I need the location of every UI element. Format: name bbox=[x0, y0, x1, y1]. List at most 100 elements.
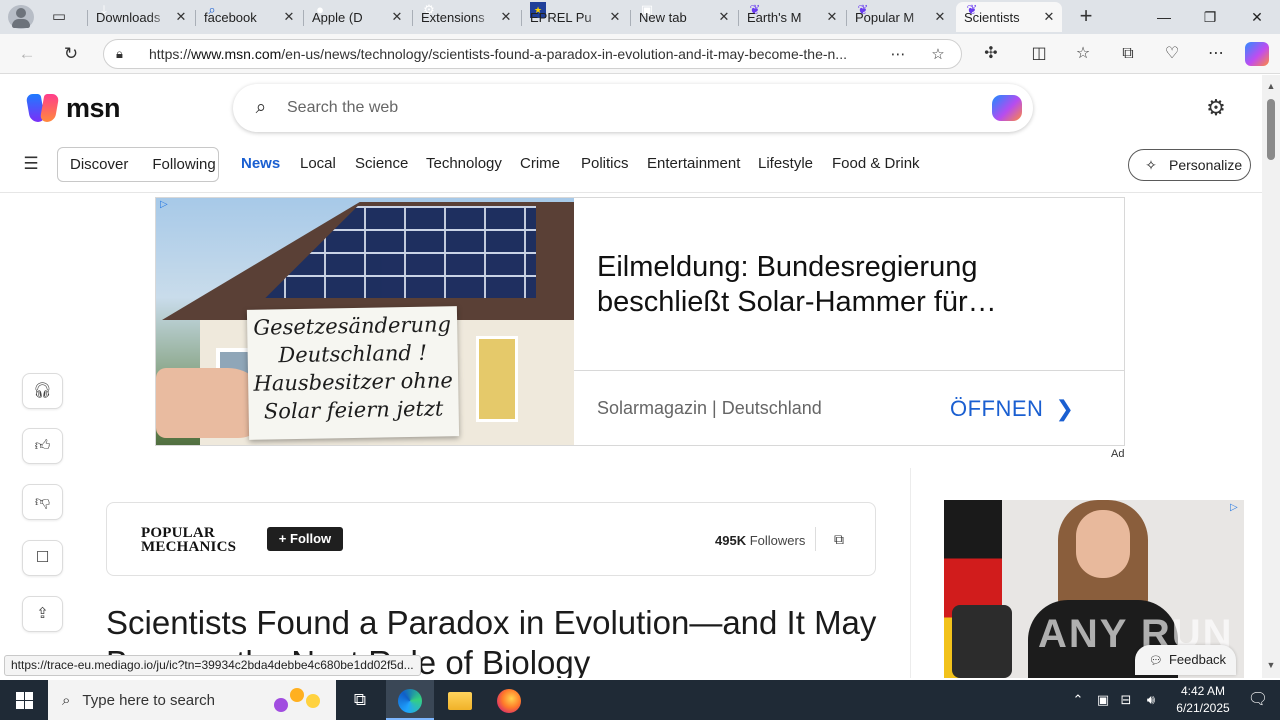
nav-local[interactable]: Local bbox=[300, 155, 336, 172]
nav-technology[interactable]: Technology bbox=[426, 155, 502, 172]
close-tab-icon[interactable]: ✕ bbox=[172, 9, 190, 25]
nav-news[interactable]: News bbox=[241, 155, 280, 172]
system-clock[interactable]: 4:42 AM 6/21/2025 bbox=[1168, 683, 1238, 717]
tab-extensions[interactable]: ⚙ Extensions ✕ bbox=[412, 2, 519, 32]
nav-lifestyle[interactable]: Lifestyle bbox=[758, 155, 813, 172]
ad-open-button[interactable]: ÖFFNEN ❯ bbox=[950, 396, 1074, 422]
minimize-button[interactable]: — bbox=[1141, 0, 1187, 34]
copilot-icon[interactable] bbox=[992, 95, 1022, 121]
thumbs-up-icon[interactable]: 👍︎ bbox=[22, 428, 63, 464]
web-search-box[interactable]: ⌕ bbox=[233, 84, 1033, 132]
ad-cta-label: ÖFFNEN bbox=[950, 396, 1044, 421]
url-text[interactable]: https://www.msn.com/en-us/news/technolog… bbox=[149, 46, 871, 62]
tab-actions-icon[interactable]: ▭ bbox=[48, 8, 70, 26]
tab-label: Scientists bbox=[964, 9, 1020, 25]
ad-divider bbox=[574, 370, 1124, 371]
personalize-button[interactable]: ✧ Personalize bbox=[1128, 149, 1251, 181]
discover-tab[interactable]: Discover bbox=[58, 156, 140, 173]
close-tab-icon[interactable]: ✕ bbox=[280, 9, 298, 25]
profile-avatar-icon[interactable] bbox=[8, 5, 34, 29]
tab-scientists-active[interactable]: ❦ Scientists ✕ bbox=[956, 2, 1062, 32]
back-arrow-icon[interactable]: ← bbox=[14, 42, 40, 66]
close-tab-icon[interactable]: ✕ bbox=[497, 9, 515, 25]
tab-apple[interactable]: ● Apple (D ✕ bbox=[303, 2, 410, 32]
external-link-icon[interactable]: ⧉ bbox=[829, 528, 849, 550]
adchoices-icon[interactable]: ▷ bbox=[160, 199, 174, 211]
file-explorer-icon[interactable] bbox=[436, 680, 484, 720]
following-tab[interactable]: Following bbox=[140, 156, 227, 173]
ad-source: Solarmagazin | Deutschland bbox=[597, 398, 822, 418]
copilot-toolbar-icon[interactable] bbox=[1245, 42, 1269, 66]
tab-popular[interactable]: ❦ Popular M ✕ bbox=[846, 2, 953, 32]
tab-new-tab[interactable]: ▣ New tab ✕ bbox=[630, 2, 737, 32]
lock-icon[interactable]: 🔒︎ bbox=[116, 46, 132, 62]
hamburger-menu-icon[interactable]: ☰ bbox=[20, 153, 42, 175]
nav-food-drink[interactable]: Food & Drink bbox=[832, 155, 920, 172]
close-tab-icon[interactable]: ✕ bbox=[715, 9, 733, 25]
extensions-puzzle-icon[interactable]: ✣ bbox=[978, 42, 1004, 66]
follow-label: Follow bbox=[290, 531, 332, 546]
meet-now-icon[interactable]: ▣ bbox=[1093, 680, 1113, 720]
scroll-down-arrow-icon[interactable]: ▼ bbox=[1266, 660, 1276, 670]
browser-essentials-icon[interactable]: ♡ bbox=[1159, 42, 1185, 66]
adchoices-icon[interactable]: ▷ bbox=[1230, 502, 1238, 513]
restore-button[interactable]: ❐ bbox=[1187, 0, 1233, 34]
clock-time: 4:42 AM bbox=[1180, 684, 1226, 698]
nav-politics[interactable]: Politics bbox=[581, 155, 629, 172]
msn-logo[interactable]: msn bbox=[25, 91, 121, 125]
settings-gear-icon[interactable]: ⚙ bbox=[1203, 95, 1229, 121]
nav-entertainment[interactable]: Entertainment bbox=[647, 155, 740, 172]
favorite-star-icon[interactable]: ☆ bbox=[927, 44, 949, 66]
network-icon[interactable]: ⊟ bbox=[1116, 680, 1136, 720]
logo-line: POPULAR bbox=[141, 525, 215, 541]
follow-button[interactable]: + Follow bbox=[267, 527, 343, 551]
listen-headphones-icon[interactable]: 🎧︎ bbox=[22, 373, 63, 409]
feedback-label: Feedback bbox=[1168, 652, 1227, 667]
tab-downloads[interactable]: ⤓ Downloads ✕ bbox=[87, 2, 194, 32]
task-view-icon[interactable]: ⧉ bbox=[336, 680, 384, 720]
divider bbox=[815, 527, 816, 551]
new-tab-button[interactable]: + bbox=[1074, 5, 1098, 29]
feedback-icon: 💬︎ bbox=[1149, 655, 1163, 667]
edge-taskbar-icon[interactable] bbox=[386, 680, 434, 720]
close-tab-icon[interactable]: ✕ bbox=[1040, 9, 1058, 25]
tab-earths[interactable]: ❦ Earth's M ✕ bbox=[738, 2, 845, 32]
search-input[interactable] bbox=[287, 96, 967, 120]
close-tab-icon[interactable]: ✕ bbox=[931, 9, 949, 25]
close-tab-icon[interactable]: ✕ bbox=[606, 9, 624, 25]
scroll-up-arrow-icon[interactable]: ▲ bbox=[1266, 81, 1276, 91]
refresh-icon[interactable]: ↻ bbox=[58, 42, 84, 66]
firefox-icon[interactable] bbox=[485, 680, 533, 720]
notification-center-icon[interactable]: 🗨︎ bbox=[1236, 680, 1280, 720]
popular-mechanics-logo[interactable]: POPULAR MECHANICS bbox=[141, 525, 236, 555]
close-window-button[interactable]: ✕ bbox=[1234, 0, 1280, 34]
close-tab-icon[interactable]: ✕ bbox=[823, 9, 841, 25]
ad-headline[interactable]: Eilmeldung: Bundesregierung beschließt S… bbox=[597, 250, 1037, 320]
tab-eprel[interactable]: ★ EPREL Pu ✕ bbox=[521, 2, 628, 32]
close-tab-icon[interactable]: ✕ bbox=[388, 9, 406, 25]
split-screen-icon[interactable]: ◫ bbox=[1026, 42, 1052, 66]
start-button[interactable] bbox=[0, 680, 48, 720]
scroll-thumb[interactable] bbox=[1267, 99, 1275, 160]
more-menu-icon[interactable]: ⋯ bbox=[1203, 42, 1229, 66]
reader-mode-icon[interactable]: ⋯ bbox=[887, 44, 909, 66]
sign-line: Solar feiern jetzt bbox=[263, 396, 444, 424]
personalize-icon: ✧ bbox=[1145, 156, 1157, 173]
address-bar[interactable]: 🔒︎ https://www.msn.com/en-us/news/techno… bbox=[103, 39, 962, 69]
nav-science[interactable]: Science bbox=[355, 155, 408, 172]
thumbs-down-icon[interactable]: 👎︎ bbox=[22, 484, 63, 520]
volume-icon[interactable]: 🔊︎ bbox=[1140, 680, 1162, 720]
collections-icon[interactable]: ⧉ bbox=[1115, 42, 1141, 66]
favorites-icon[interactable]: ☆ bbox=[1070, 42, 1096, 66]
tab-facebook[interactable]: ⌕ facebook ✕ bbox=[195, 2, 302, 32]
tab-label: Popular M bbox=[855, 9, 915, 25]
ad-banner[interactable]: Gesetzesänderung Deutschland ! Hausbesit… bbox=[155, 197, 1125, 446]
share-icon[interactable]: ⇪ bbox=[22, 596, 63, 632]
comment-icon[interactable]: ☐ bbox=[22, 540, 63, 576]
feedback-button[interactable]: 💬︎ Feedback bbox=[1135, 645, 1236, 675]
nav-crime[interactable]: Crime bbox=[520, 155, 560, 172]
page-scrollbar[interactable]: ▲ ▼ bbox=[1262, 75, 1280, 678]
taskbar-search-box[interactable]: ⌕ Type here to search bbox=[48, 680, 336, 720]
tray-overflow-chevron-icon[interactable]: ⌃ bbox=[1068, 680, 1088, 720]
sign-line: Gesetzesänderung bbox=[253, 312, 452, 340]
